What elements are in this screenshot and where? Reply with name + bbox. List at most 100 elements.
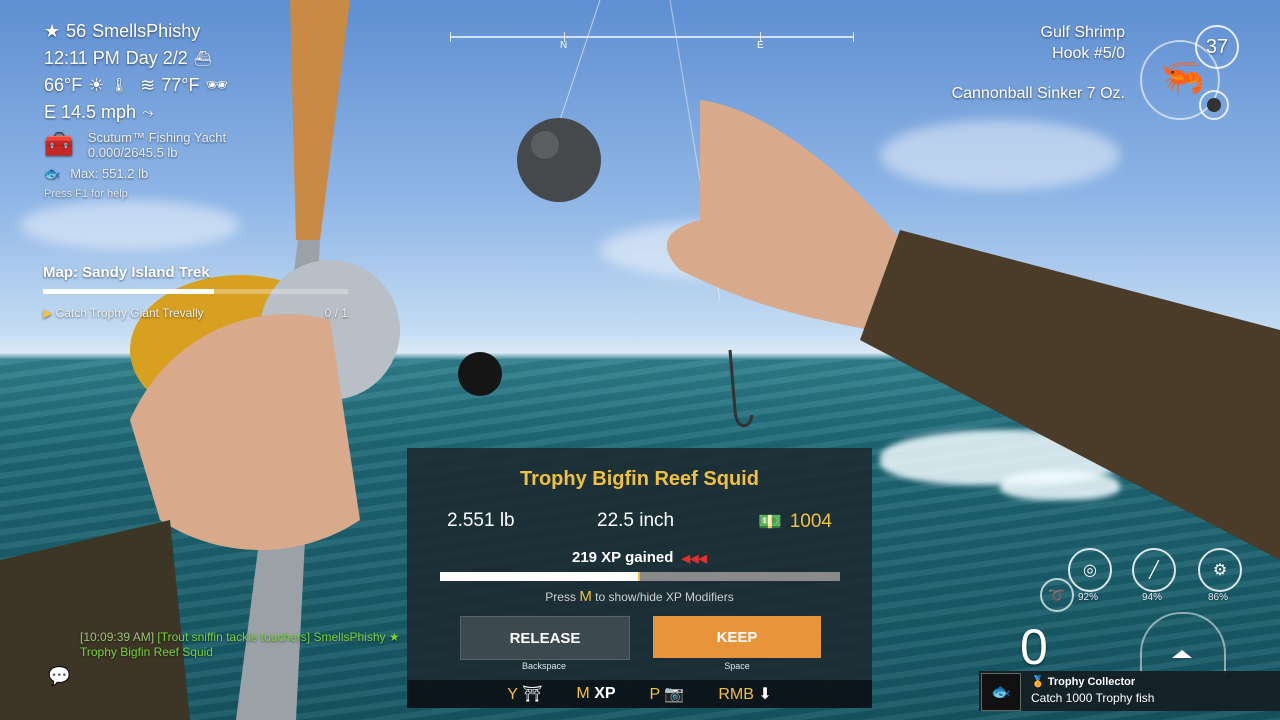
footer-y-key: Y [507, 686, 518, 703]
achievement-toast: 🐟 🏅 Trophy Collector Catch 1000 Trophy f… [979, 671, 1280, 711]
compass-east: E [757, 40, 764, 51]
sinker-icon [1207, 98, 1221, 112]
compass-tick [853, 32, 854, 42]
keep-label: KEEP [716, 628, 758, 646]
cooler-icon: 🧰 [44, 131, 74, 158]
max-fish-row: 🐟 Max: 551.2 lb [44, 166, 228, 182]
left-sleeve [0, 520, 190, 720]
chat-log: [10:09:39 AM] [Trout sniffin tackle touc… [80, 630, 400, 659]
compass-bar: N E [450, 32, 854, 51]
map-title: Map: Sandy Island Trek [43, 264, 210, 281]
throttle-indicator-icon [1172, 650, 1192, 658]
chat-icon[interactable]: 💬 [48, 666, 70, 687]
camera-icon: 📷 [664, 686, 685, 703]
rod-gauge: ╱ [1132, 548, 1176, 592]
release-label: RELEASE [509, 629, 581, 647]
chat-user: SmellsPhishy [313, 630, 386, 644]
footer-m-key: M [576, 685, 590, 702]
xp-arrows-icon: ◀◀◀ [681, 553, 707, 565]
max-fish-weight: Max: 551.2 lb [70, 166, 149, 181]
player-status-hud: ★ 56 SmellsPhishy 12:11 PM Day 2/2 ⛴ 66°… [44, 18, 228, 200]
compass-north: N [560, 40, 568, 51]
chat-channel: [Trout sniffin tackle touchers] [157, 630, 311, 644]
panel-footer: Y ⛩ M XP P 📷 RMB ⬇ [407, 680, 872, 708]
rod-cork-handle [290, 0, 350, 240]
boat-icon: ⛴ [193, 50, 212, 66]
line-gauge: ◎ [1068, 548, 1112, 592]
objective-row: ▶ Catch Trophy Giant Trevally 0 / 1 [43, 306, 348, 320]
money-icon: 💵 [758, 512, 782, 533]
catch-length: 22.5 inch [597, 510, 675, 531]
chat-message: Trophy Bigfin Reef Squid [80, 645, 213, 659]
keep-key: Space [724, 661, 750, 671]
xp-progress-bar [440, 572, 840, 581]
catch-title: Trophy Bigfin Reef Squid [520, 468, 759, 490]
footer-rmb[interactable]: RMB ⬇ [718, 684, 771, 704]
footer-m[interactable]: M XP [576, 685, 615, 703]
line-icon: ◎ [1083, 562, 1097, 579]
footer-p[interactable]: P 📷 [650, 684, 685, 704]
line-spool-icon: ➰ [1040, 578, 1074, 612]
keep-button[interactable]: KEEP [653, 616, 821, 658]
fishing-hook [728, 349, 754, 428]
time-row: 12:11 PM Day 2/2 ⛴ [44, 45, 228, 72]
release-key: Backspace [521, 661, 567, 671]
cannonball-sinker [517, 118, 601, 202]
player-name: SmellsPhishy [92, 21, 201, 41]
right-hand [666, 100, 900, 330]
achievement-title: Trophy Collector [1047, 676, 1136, 688]
footer-rmb-key: RMB [718, 686, 754, 703]
air-temp: 66°F [44, 75, 83, 95]
reel-handle-knob [458, 352, 502, 396]
hint-key: M [579, 588, 592, 605]
objective-text: Catch Trophy Giant Trevally [55, 306, 204, 320]
sun-icon: ☀ [88, 75, 105, 95]
release-button[interactable]: RELEASE [460, 616, 630, 660]
xp-progress-fill [440, 572, 640, 581]
boat-name: Scutum™ Fishing Yacht [87, 130, 227, 145]
hook-name: Hook #5/0 [1052, 45, 1125, 62]
bait-count: 37 [1205, 35, 1229, 58]
species-book-icon: ⛩ [522, 686, 543, 703]
sunglasses-icon: 🕶 [205, 75, 229, 95]
chat-timestamp: [10:09:39 AM] [80, 630, 155, 644]
day-counter: Day 2/2 [125, 48, 188, 68]
rod-icon: ╱ [1149, 562, 1159, 579]
rod-durability: 94% [1142, 592, 1163, 603]
xp-gained: 219 XP gained [571, 549, 674, 566]
reel-gauge: ⚙ [1198, 548, 1242, 592]
xp-row: 219 XP gained ◀◀◀ [407, 549, 872, 566]
boat-capacity: 0.000/2645.5 lb [87, 145, 178, 160]
hint-prefix: Press [545, 590, 576, 604]
sinker-slot[interactable] [1199, 90, 1229, 120]
water-icon: ≋ [140, 75, 156, 95]
catch-result-panel: Trophy Bigfin Reef Squid 2.551 lb 22.5 i… [407, 448, 872, 708]
map-progress-bar [43, 289, 348, 294]
player-row: ★ 56 SmellsPhishy [44, 18, 228, 45]
bait-name: Gulf Shrimp [1040, 24, 1125, 41]
reel-durability: 86% [1208, 592, 1229, 603]
right-sleeve [860, 230, 1280, 560]
wind-row: E 14.5 mph ⤳ [44, 99, 228, 126]
footer-y[interactable]: Y ⛩ [507, 684, 542, 704]
boat-speed: 0 [1020, 619, 1048, 675]
trophy-fish-icon: 🐟 [981, 673, 1021, 711]
star-icon: ★ [388, 630, 400, 644]
star-icon: ★ [44, 21, 61, 41]
wind-speed: E 14.5 mph [44, 102, 137, 122]
wind-icon: ⤳ [142, 104, 154, 120]
hint-suffix: to show/hide XP Modifiers [595, 590, 734, 604]
water-temp: 77°F [161, 75, 200, 95]
money-value: 1004 [789, 511, 832, 532]
arrow-icon: ▶ [43, 306, 53, 320]
player-level: 56 [66, 21, 87, 41]
reel-icon: ⚙ [1212, 562, 1228, 579]
line-durability: 92% [1078, 592, 1099, 603]
thermometer-icon: 🌡 [110, 77, 129, 93]
achievement-title-row: 🏅 Trophy Collector [1031, 675, 1135, 688]
xp-hint: Press M to show/hide XP Modifiers [407, 588, 872, 605]
fish-icon: 🐟 [44, 166, 61, 181]
catch-money: 💵 1004 [758, 510, 832, 534]
bait-count-badge: 37 [1195, 25, 1239, 69]
chat-line: [10:09:39 AM] [Trout sniffin tackle touc… [80, 630, 400, 644]
